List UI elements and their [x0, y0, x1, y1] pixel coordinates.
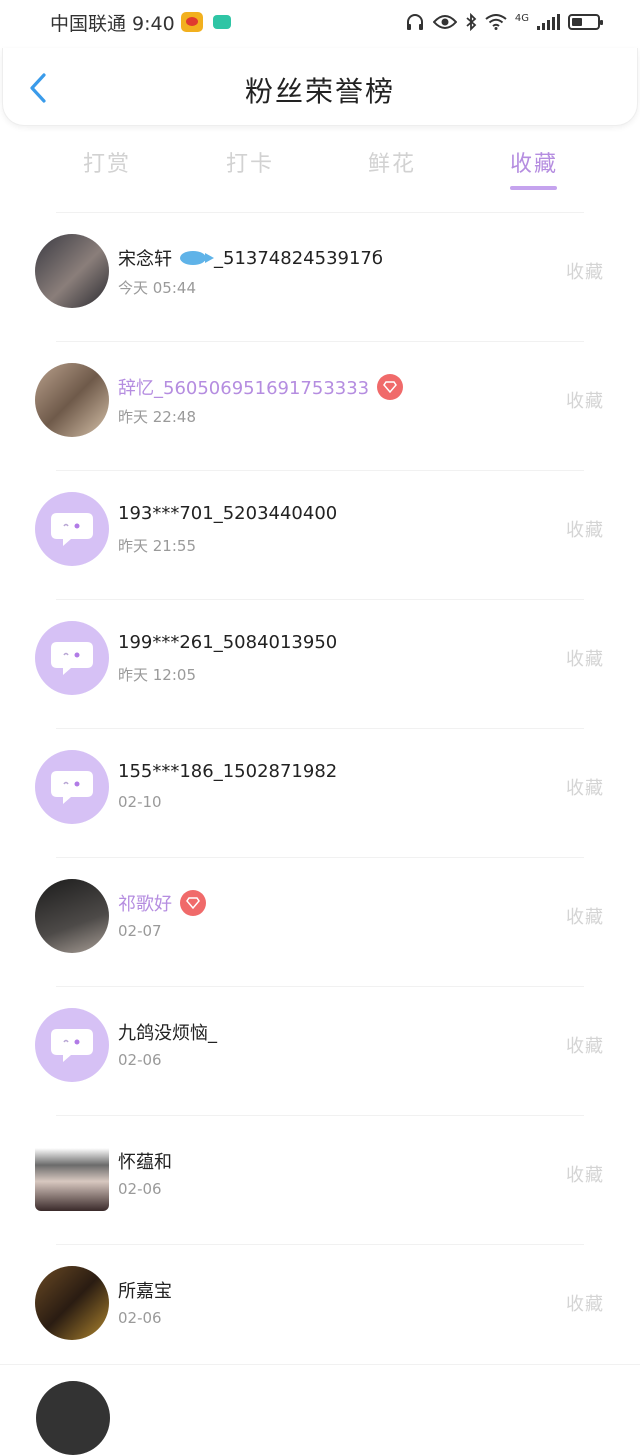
active-tab-indicator	[510, 186, 557, 190]
nav-header: 粉丝荣誉榜	[2, 48, 638, 126]
avatar[interactable]	[35, 1266, 109, 1340]
status-bar: 中国联通 9:40 4G	[0, 0, 640, 44]
fan-time: 02-06	[118, 1051, 162, 1069]
fan-name: 193***701_5203440400	[118, 503, 338, 524]
avatar[interactable]	[35, 234, 109, 308]
fan-name: 199***261_5084013950	[118, 632, 338, 653]
chat-bubble-icon	[51, 642, 93, 675]
action-label: 收藏	[566, 1294, 604, 1315]
action-label: 收藏	[566, 778, 604, 799]
fan-name: 九鸽没烦恼_	[118, 1023, 217, 1044]
diamond-badge-icon	[180, 890, 206, 916]
status-right: 4G	[405, 13, 603, 31]
fan-list: 宋念轩 _5137482453917б 今天 05:44 收藏 辞忆_560506…	[0, 212, 640, 1373]
signal-icon	[537, 14, 560, 30]
action-label: 收藏	[566, 907, 604, 928]
wifi-icon	[485, 14, 507, 30]
list-item[interactable]: 155***186_1502871982 02-10 收藏	[35, 728, 603, 857]
avatar[interactable]	[35, 1137, 109, 1211]
diamond-badge-icon	[377, 374, 404, 400]
default-avatar[interactable]	[35, 492, 109, 566]
fan-name: 宋念轩 _5137482453917б	[118, 247, 383, 271]
fan-time: 02-07	[118, 922, 162, 940]
list-item[interactable]: 祁歌好 02-07 收藏	[35, 857, 603, 986]
list-item[interactable]: 辞忆_560506951691753333 昨天 22:48 收藏	[35, 341, 603, 470]
tab-checkin[interactable]: 打卡	[226, 146, 274, 178]
fan-time: 昨天 21:55	[118, 537, 196, 555]
action-label: 收藏	[566, 520, 604, 541]
fan-name: 155***186_1502871982	[118, 761, 338, 782]
avatar[interactable]	[35, 879, 109, 953]
bluetooth-icon	[466, 13, 477, 31]
action-label: 收藏	[566, 262, 604, 283]
app-notification-icon	[212, 15, 231, 29]
list-item[interactable]: 199***261_5084013950 昨天 12:05 收藏	[35, 599, 603, 728]
eye-icon	[432, 15, 457, 29]
fan-name: 祁歌好	[118, 890, 206, 916]
avatar[interactable]	[35, 363, 109, 437]
fan-time: 02-06	[118, 1180, 162, 1198]
chat-bubble-icon	[51, 513, 93, 546]
fan-time: 02-06	[118, 1309, 162, 1327]
action-label: 收藏	[566, 1165, 604, 1186]
fan-name: 所嘉宝	[118, 1281, 172, 1302]
default-avatar[interactable]	[35, 621, 109, 695]
default-avatar[interactable]	[35, 1008, 109, 1082]
chat-bubble-icon	[51, 771, 93, 804]
list-item[interactable]: 宋念轩 _5137482453917б 今天 05:44 收藏	[35, 212, 603, 341]
fan-time: 02-10	[118, 793, 162, 811]
carrier-time: 中国联通 9:40	[50, 12, 175, 35]
action-label: 收藏	[566, 1036, 604, 1057]
tab-bar: 打赏 打卡 鲜花 收藏	[0, 140, 640, 196]
tab-flowers[interactable]: 鲜花	[368, 146, 416, 178]
page-title: 粉丝荣誉榜	[244, 75, 395, 108]
fan-time: 今天 05:44	[118, 279, 196, 297]
weibo-notification-icon	[180, 12, 203, 32]
list-item[interactable]: 所嘉宝 02-06 收藏	[35, 1244, 603, 1373]
fan-name: 辞忆_560506951691753333	[118, 374, 404, 400]
tab-favorites[interactable]: 收藏	[510, 146, 558, 178]
avatar[interactable]	[36, 1381, 110, 1455]
network-type: 4G	[514, 13, 529, 24]
fan-name: 怀蕴和	[118, 1152, 172, 1173]
fan-time: 昨天 22:48	[118, 408, 196, 426]
list-item[interactable]: 怀蕴和 02-06 收藏	[35, 1115, 603, 1244]
list-item[interactable]: 193***701_5203440400 昨天 21:55 收藏	[35, 470, 603, 599]
default-avatar[interactable]	[35, 750, 109, 824]
headphones-icon	[406, 14, 423, 30]
chat-bubble-icon	[51, 1029, 93, 1062]
action-label: 收藏	[566, 391, 604, 412]
action-label: 收藏	[566, 649, 604, 670]
fan-time: 昨天 12:05	[118, 666, 196, 684]
battery-icon	[568, 14, 603, 30]
status-left: 中国联通 9:40	[50, 9, 231, 36]
list-item-partial[interactable]	[0, 1364, 640, 1455]
list-item[interactable]: 九鸽没烦恼_ 02-06 收藏	[35, 986, 603, 1115]
fish-icon	[180, 251, 214, 265]
tab-tip[interactable]: 打赏	[83, 146, 131, 178]
